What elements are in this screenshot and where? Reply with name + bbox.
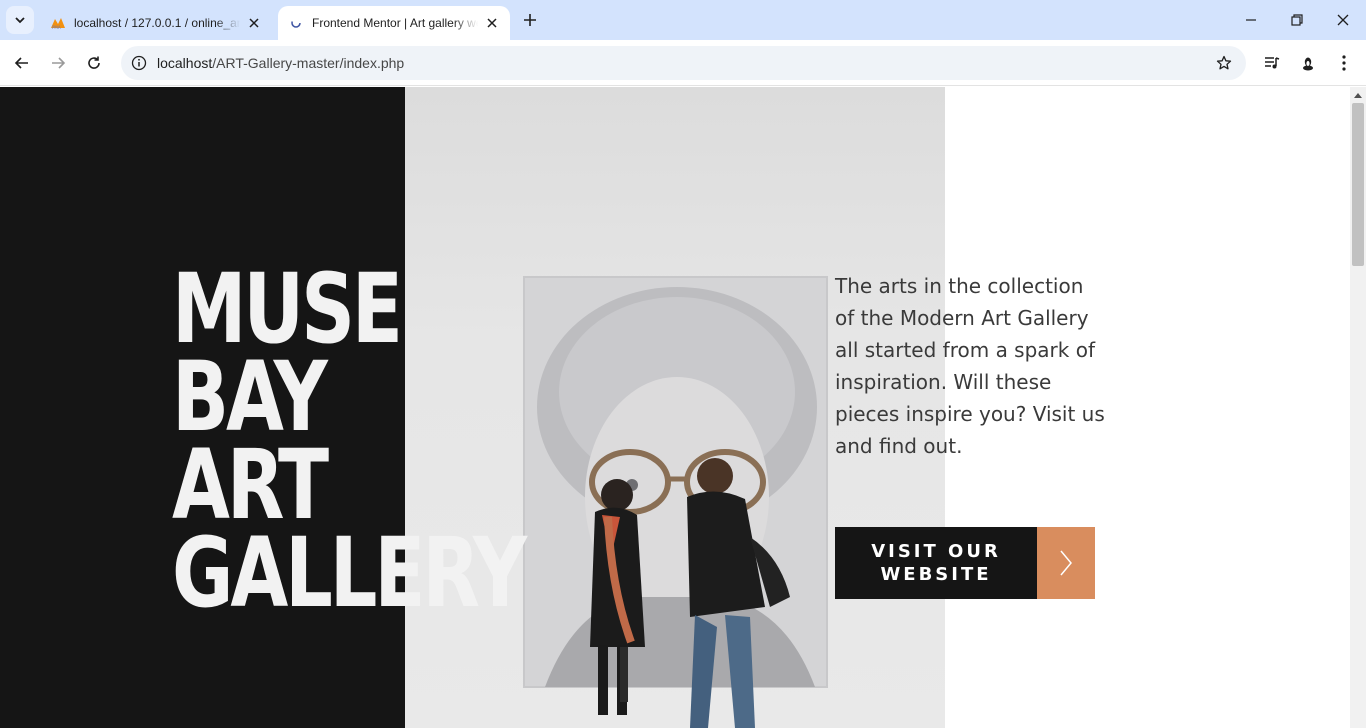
restore-button[interactable]: [1281, 4, 1313, 36]
reload-button[interactable]: [80, 49, 108, 77]
title-line-muse: MUSE: [172, 253, 403, 365]
page-viewport: MUSE BAY ART GALLERY The arts in the col…: [0, 87, 1350, 728]
title-line-gallery: GALLERY: [172, 517, 527, 629]
url-host: localhost: [157, 55, 213, 71]
tab-title: Frontend Mentor | Art gallery website: [312, 16, 478, 30]
close-tab-icon[interactable]: [484, 15, 500, 31]
forward-arrow-icon: [52, 57, 66, 69]
hero-description: The arts in the collection of the Modern…: [835, 274, 1105, 458]
url-text: localhost/ART-Gallery-master/index.php: [157, 55, 404, 71]
browser-toolbar: localhost/ART-Gallery-master/index.php: [0, 40, 1366, 86]
address-bar[interactable]: localhost/ART-Gallery-master/index.php: [121, 46, 1246, 80]
bookmark-star-icon[interactable]: [1214, 53, 1234, 73]
title-line-art: ART: [172, 429, 329, 541]
cta-line-2: WEBSITE: [880, 564, 992, 585]
vertical-scrollbar[interactable]: [1350, 87, 1366, 728]
hero-title: MUSE BAY ART GALLERY: [172, 253, 592, 629]
back-button[interactable]: [8, 49, 36, 77]
media-control-icon[interactable]: [1261, 52, 1283, 74]
cta-line-1: VISIT OUR: [871, 541, 1001, 562]
new-tab-button[interactable]: [518, 8, 542, 32]
visit-website-label: VISIT OUR WEBSITE: [835, 527, 1037, 599]
forward-button[interactable]: [44, 49, 72, 77]
minimize-button[interactable]: [1235, 4, 1267, 36]
profile-avatar-icon[interactable]: [1297, 52, 1319, 74]
restore-icon: [1291, 14, 1303, 26]
browser-menu-icon[interactable]: [1333, 52, 1355, 74]
visit-website-button[interactable]: VISIT OUR WEBSITE: [835, 527, 1095, 599]
plus-icon: [524, 14, 536, 26]
close-window-button[interactable]: [1327, 4, 1359, 36]
reload-icon: [88, 56, 100, 69]
tab-phpmyadmin[interactable]: PMA localhost / 127.0.0.1 / online_art: [40, 6, 272, 40]
scrollbar-thumb[interactable]: [1352, 103, 1364, 266]
tab-strip: PMA localhost / 127.0.0.1 / online_art F…: [0, 0, 1366, 40]
back-arrow-icon: [14, 57, 28, 69]
phpmyadmin-icon: PMA: [50, 15, 66, 31]
chevron-down-icon: [15, 17, 25, 24]
close-tab-icon[interactable]: [246, 15, 262, 31]
minimize-icon: [1246, 19, 1256, 21]
url-path: /ART-Gallery-master/index.php: [212, 55, 405, 71]
frontend-mentor-icon: [288, 15, 304, 31]
tab-search-button[interactable]: [6, 6, 34, 34]
close-icon: [1337, 14, 1349, 26]
scroll-up-arrow-icon[interactable]: [1350, 87, 1366, 103]
svg-text:PMA: PMA: [52, 25, 61, 30]
tab-title: localhost / 127.0.0.1 / online_art: [74, 16, 240, 30]
tab-frontend-mentor[interactable]: Frontend Mentor | Art gallery website: [278, 6, 510, 40]
title-line-bay: BAY: [172, 341, 328, 453]
arrow-right-icon: [1037, 527, 1095, 599]
site-info-icon[interactable]: [129, 53, 149, 73]
